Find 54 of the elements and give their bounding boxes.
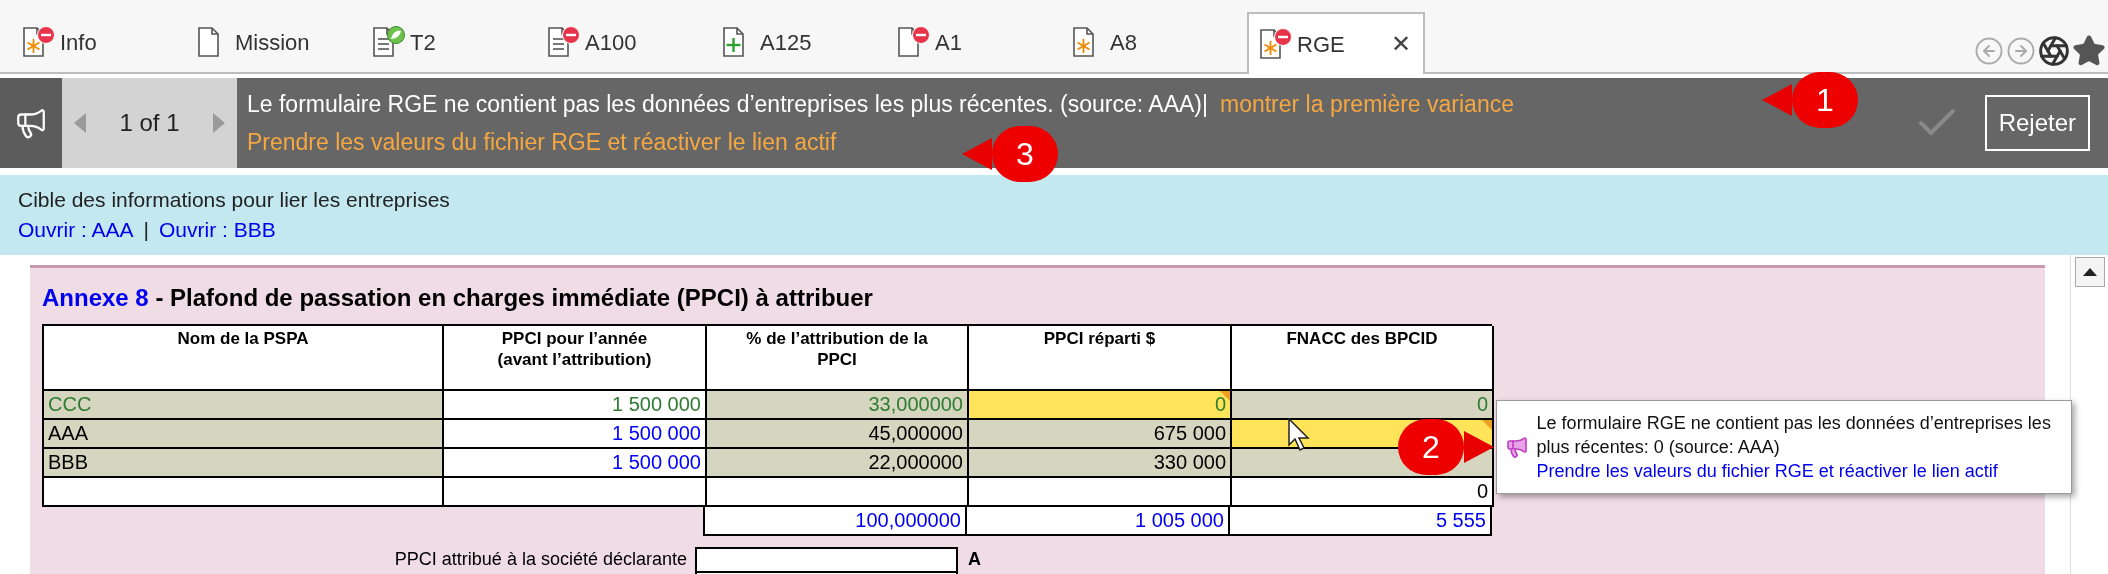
pager: 1 of 1 [62,78,237,168]
link-separator: | [143,217,149,243]
table-cell: 675 000 [969,420,1232,449]
column-header: PPCI réparti $ [969,326,1232,391]
table-cell: 45,000000 [707,420,969,449]
open-link[interactable]: Ouvrir : AAA [18,215,134,245]
table-cell: CCC [44,391,444,420]
table-cell: AAA [44,420,444,449]
table-cell: 22,000000 [707,449,969,478]
megaphone-icon [1504,435,1529,459]
info-title: Cible des informations pour lier les entreprises [18,187,451,213]
cursor-icon [1288,418,1312,452]
tab[interactable]: A8 [1062,12,1237,72]
megaphone-icon [14,106,48,140]
table-cell: 330 000 [969,449,1232,478]
dismiss-button[interactable]: Rejeter [1984,95,2090,151]
notification-message: Le formulaire RGE ne contient pas les données d’entreprises les plus récentes. (source: AAA)| [247,90,1208,119]
tab[interactable]: T2 [362,12,537,72]
table-cell: 0 [1232,391,1494,420]
tab[interactable]: Mission [187,12,362,72]
column-header: PPCI pour l’année (avant l’attribution) [444,326,707,391]
table-cell: 0 [1232,478,1494,507]
column-header: % de l’attribution de la PPCI [707,326,969,391]
apply-values-link[interactable]: Prendre les valeurs du fichier RGE et réactiver le lien actif [1536,459,2057,483]
table-cell: 0 [969,391,1232,420]
open-link[interactable]: Ouvrir : BBB [159,215,276,245]
table-cell: 1 500 000 [444,420,707,449]
column-header: Nom de la PSPA [44,326,444,391]
tab[interactable]: Info [12,12,187,72]
next-icon[interactable] [213,113,225,133]
total-cell: 1 005 000 [967,507,1230,536]
input-field[interactable] [695,546,958,573]
aperture-icon[interactable] [2038,35,2070,67]
table-cell: 33,000000 [707,391,969,420]
table-cell: 1 500 000 [444,391,707,420]
close-button[interactable]: ✕ [1391,26,1415,62]
total-cell: 5 555 [1230,507,1492,536]
tab[interactable]: A1 [887,12,1062,72]
tab[interactable]: A125 [712,12,887,72]
column-header: FNACC des BPCID [1232,326,1494,391]
tab[interactable]: RGE ✕ [1247,12,1425,74]
allocated-label: PPCI attribué à la société déclarante [393,548,688,571]
tooltip-message: Le formulaire RGE ne contient pas les données d’entreprises les plus récentes: 0 (source: AAA) [1536,412,2052,459]
scrollbar[interactable] [2070,255,2108,574]
scroll-up-icon[interactable] [2074,257,2105,287]
star-icon[interactable] [2072,34,2106,68]
back-icon[interactable] [1974,36,2004,66]
table-cell: BBB [44,449,444,478]
table-cell: 1 500 000 [444,449,707,478]
line-letter: A [968,548,981,571]
previous-icon[interactable] [74,113,86,133]
form-title: Annexe 8 - Plafond de passation en charges immédiate (PPCI) à attribuer [42,283,874,313]
tab[interactable]: A100 [537,12,712,72]
total-cell: 100,000000 [705,507,967,536]
